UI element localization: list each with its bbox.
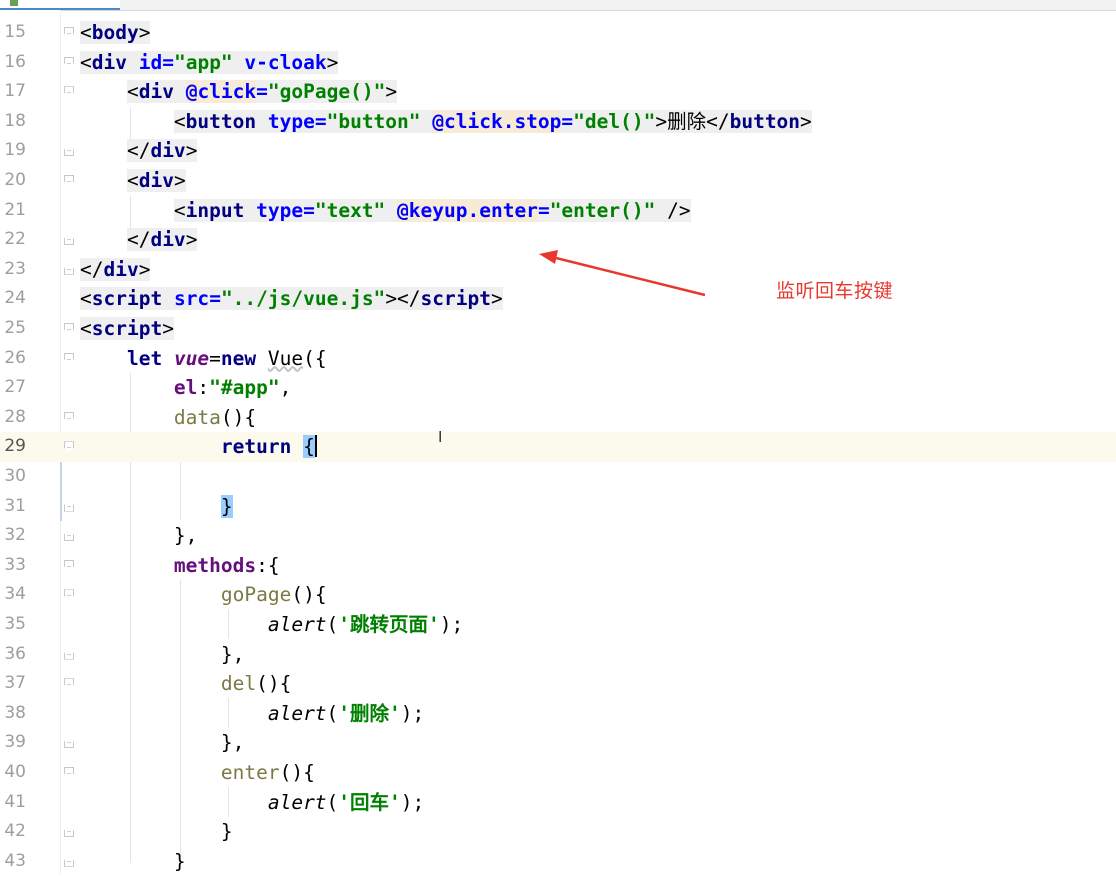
annotation-label: 监听回车按键	[776, 280, 894, 302]
arrow-shaft	[551, 255, 706, 297]
arrow-head	[539, 250, 558, 264]
annotation-arrow	[539, 250, 706, 297]
